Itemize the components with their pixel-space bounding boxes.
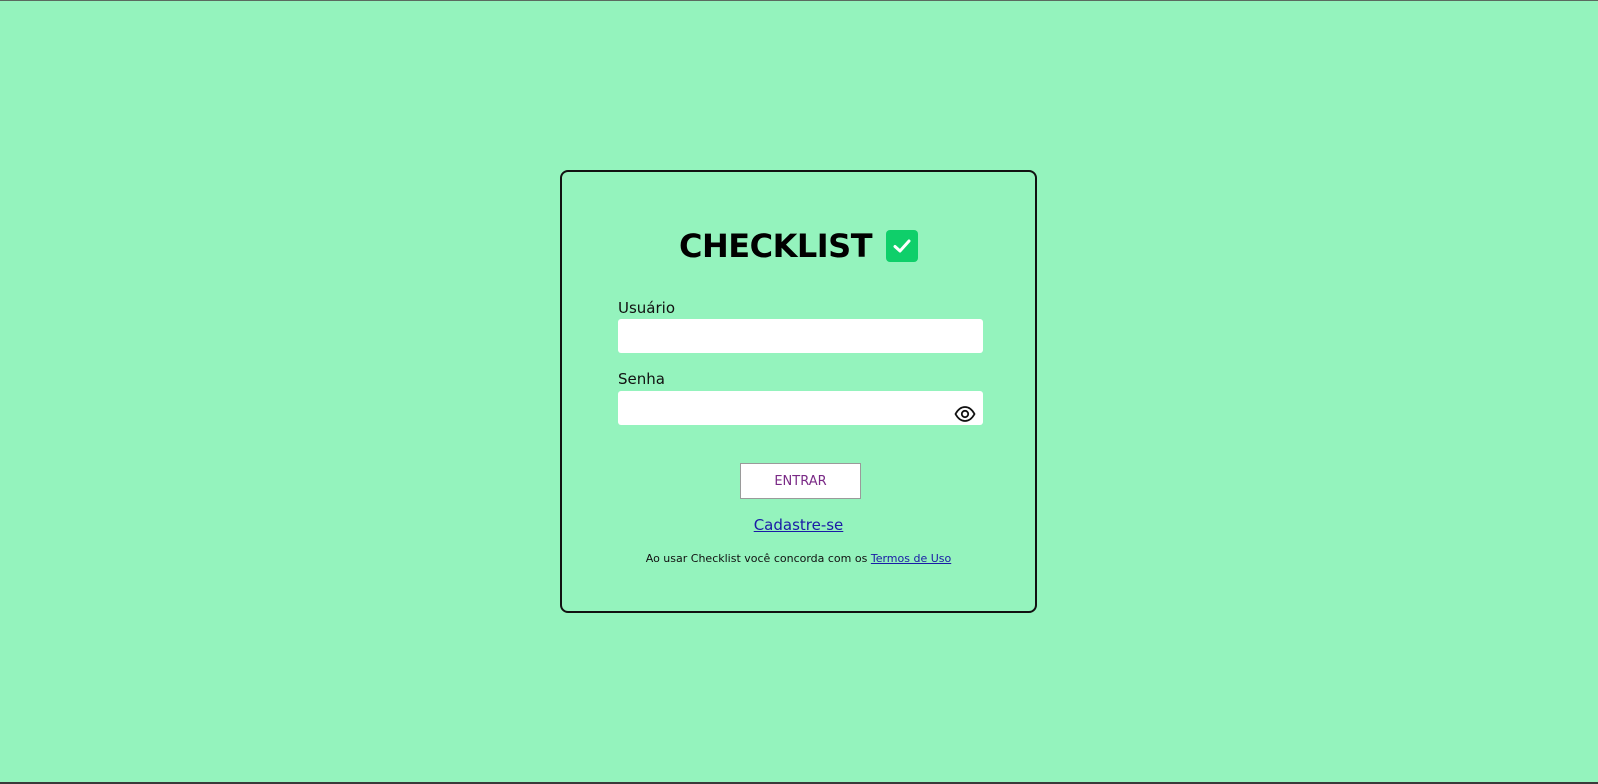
signup-link[interactable]: Cadastre-se — [754, 516, 844, 534]
password-label: Senha — [618, 370, 665, 388]
submit-button[interactable]: ENTRAR — [740, 463, 861, 499]
username-label: Usuário — [618, 299, 676, 317]
login-card: CHECKLIST Usuário Senha ENTRAR Cadastre-… — [560, 170, 1037, 613]
signup-link-wrapper: Cadastre-se — [562, 516, 1035, 534]
terms-link[interactable]: Termos de Uso — [871, 552, 951, 565]
brand-header: CHECKLIST — [562, 226, 1035, 266]
eye-icon[interactable] — [953, 402, 977, 426]
app-title: CHECKLIST — [678, 227, 873, 265]
password-input[interactable] — [618, 391, 983, 425]
check-square-icon — [886, 230, 919, 262]
terms-notice: Ao usar Checklist você concorda com os T… — [562, 552, 1035, 565]
username-input[interactable] — [618, 319, 983, 353]
terms-text: Ao usar Checklist você concorda com os — [645, 552, 868, 565]
